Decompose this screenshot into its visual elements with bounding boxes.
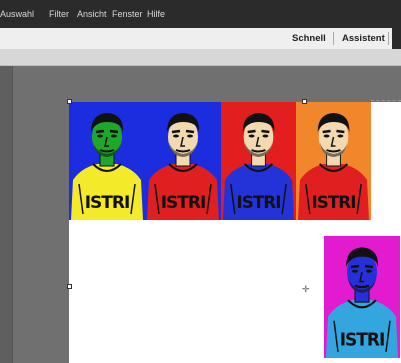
image-tile-blue-red[interactable]: ISTRI [145,102,221,220]
selection-border [371,100,401,101]
shirt-text: ISTRI [161,193,206,213]
transform-handle-left[interactable] [67,284,72,289]
tool-options-bar [0,49,401,66]
tab-schnell[interactable]: Schnell [292,33,326,44]
portrait-image: ISTRI [69,102,145,220]
image-tile-red-blue[interactable]: ISTRI [221,102,296,220]
tab-experte[interactable] [392,28,401,49]
portrait-image: ISTRI [296,102,371,220]
tab-assistent[interactable]: Assistent [342,33,385,44]
shirt-text: ISTRI [340,330,385,350]
image-tile-blue-green[interactable]: ISTRI [69,102,145,220]
portrait-image: ISTRI [324,236,400,358]
image-tile-magenta-blue[interactable]: ISTRI [324,236,400,358]
menu-auswahl[interactable]: Auswahl [0,9,34,19]
toolbox-panel [0,66,13,363]
shirt-text: ISTRI [237,192,281,212]
mode-divider [388,32,389,45]
crosshair-icon: ✛ [302,284,310,294]
portrait-image: ISTRI [221,102,296,220]
menu-ansicht[interactable]: Ansicht [77,9,107,19]
menu-fenster[interactable]: Fenster [112,9,143,19]
mode-bar: Schnell Assistent [0,28,401,50]
portrait-image: ISTRI [145,102,221,220]
shirt-text: ISTRI [312,192,356,212]
transform-handle-top-left[interactable] [67,99,72,104]
shirt-text: ISTRI [85,193,130,213]
menu-bar: Auswahl Filter Ansicht Fenster Hilfe [0,0,401,28]
menu-filter[interactable]: Filter [49,9,69,19]
image-tile-orange-red[interactable]: ISTRI [296,102,371,220]
transform-handle-top[interactable] [302,99,307,104]
menu-hilfe[interactable]: Hilfe [147,9,165,19]
mode-divider [333,32,334,45]
